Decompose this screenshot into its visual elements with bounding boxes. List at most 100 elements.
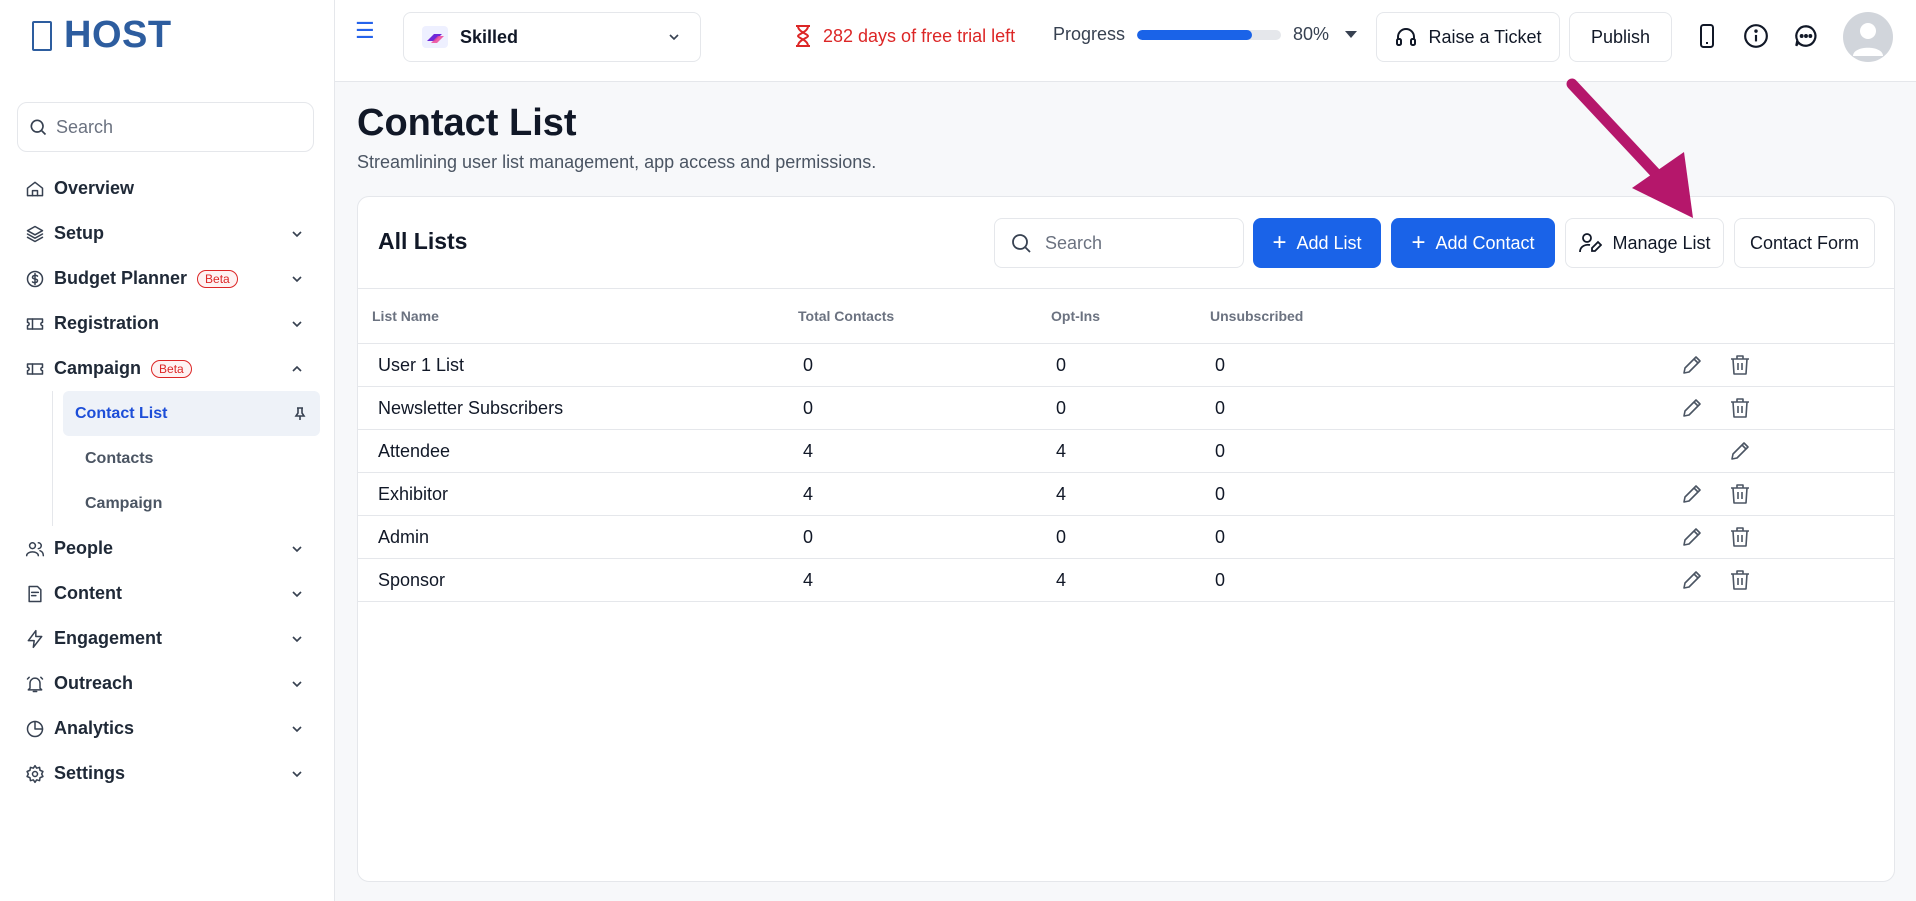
sidebar: HOST Overview Setup Budget Planner Beta Regi… — [0, 0, 335, 901]
chevron-down-icon[interactable] — [289, 766, 305, 782]
chevron-down-icon[interactable] — [289, 226, 305, 242]
publish-button[interactable]: Publish — [1569, 12, 1672, 62]
column-header-opt-ins[interactable]: Opt-Ins — [1051, 308, 1210, 324]
cell-list-name[interactable]: Newsletter Subscribers — [358, 398, 798, 419]
cell-unsubscribed: 0 — [1215, 569, 1226, 590]
chevron-down-icon[interactable] — [289, 631, 305, 647]
table-row[interactable]: Attendee 4 4 0 — [358, 430, 1894, 473]
dollar-icon — [24, 268, 46, 290]
lists-search-input[interactable] — [1045, 232, 1225, 254]
trial-text: 282 days of free trial left — [823, 25, 1016, 46]
sidebar-item-overview[interactable]: Overview — [0, 166, 335, 211]
search-icon — [30, 119, 47, 136]
chevron-down-icon[interactable] — [289, 586, 305, 602]
sidebar-subitem-label: Campaign — [85, 494, 163, 512]
pin-icon[interactable] — [294, 406, 306, 421]
table-row[interactable]: Newsletter Subscribers 0 0 0 — [358, 387, 1894, 430]
event-logo-icon — [422, 26, 448, 48]
add-contact-button[interactable]: + Add Contact — [1391, 218, 1555, 268]
manage-list-button[interactable]: Manage List — [1565, 218, 1724, 268]
delete-icon[interactable] — [1728, 396, 1752, 420]
table-row[interactable]: Admin 0 0 0 — [358, 516, 1894, 559]
edit-icon[interactable] — [1680, 353, 1704, 377]
chevron-down-icon[interactable] — [289, 316, 305, 332]
sidebar-item-budget-planner[interactable]: Budget Planner Beta — [0, 256, 335, 301]
cell-opt-ins: 4 — [1056, 440, 1067, 461]
chevron-up-icon[interactable] — [289, 361, 305, 377]
manage-list-label: Manage List — [1612, 232, 1711, 253]
sidebar-item-label: Overview — [54, 178, 135, 198]
sidebar-subitem-contact-list[interactable]: Contact List — [63, 391, 320, 436]
user-avatar-icon — [1853, 23, 1883, 56]
chevron-down-icon[interactable] — [289, 721, 305, 737]
top-bar: ☰ Skilled 282 days of free trial left Pr… — [335, 0, 1916, 82]
menu-toggle-icon[interactable]: ☰ — [355, 18, 375, 44]
edit-icon[interactable] — [1680, 568, 1704, 592]
contact-form-button[interactable]: Contact Form — [1734, 218, 1875, 268]
beta-badge: Beta — [151, 359, 192, 378]
cell-list-name[interactable]: Admin — [358, 527, 798, 548]
add-list-button[interactable]: + Add List — [1253, 218, 1381, 268]
delete-icon[interactable] — [1728, 482, 1752, 506]
sidebar-item-content[interactable]: Content — [0, 571, 335, 616]
mobile-preview-icon[interactable] — [1693, 22, 1721, 50]
event-selector[interactable]: Skilled — [403, 12, 701, 62]
sidebar-item-analytics[interactable]: Analytics — [0, 706, 335, 751]
table-header: List Name Total Contacts Opt-Ins Unsubsc… — [358, 289, 1894, 344]
cell-unsubscribed: 0 — [1215, 354, 1226, 375]
beta-badge: Beta — [197, 269, 238, 288]
user-edit-icon — [1579, 233, 1603, 253]
chevron-down-icon[interactable] — [289, 676, 305, 692]
sidebar-item-label: Analytics — [54, 718, 135, 738]
sidebar-item-campaign[interactable]: Campaign Beta — [0, 346, 335, 391]
table-row[interactable]: Sponsor 4 4 0 — [358, 559, 1894, 602]
chevron-down-icon[interactable] — [289, 271, 305, 287]
card-title: All Lists — [378, 228, 468, 254]
sidebar-item-outreach[interactable]: Outreach — [0, 661, 335, 706]
edit-icon[interactable] — [1680, 396, 1704, 420]
sidebar-item-setup[interactable]: Setup — [0, 211, 335, 256]
delete-icon[interactable] — [1728, 353, 1752, 377]
cell-list-name[interactable]: User 1 List — [358, 355, 798, 376]
sidebar-search-input[interactable] — [56, 116, 296, 138]
cell-total-contacts: 4 — [803, 569, 814, 590]
bell-icon — [24, 673, 46, 695]
sidebar-item-label: Content — [54, 583, 122, 603]
column-header-total-contacts[interactable]: Total Contacts — [798, 308, 1051, 324]
edit-icon[interactable] — [1728, 439, 1752, 463]
table-row[interactable]: User 1 List 0 0 0 — [358, 344, 1894, 387]
progress-percent: 80% — [1293, 24, 1330, 44]
sidebar-item-label: People — [54, 538, 114, 558]
sidebar-subitem-campaign[interactable]: Campaign — [63, 481, 320, 526]
edit-icon[interactable] — [1680, 525, 1704, 549]
brand-logo[interactable]: HOST — [32, 14, 172, 57]
sidebar-subitem-label: Contacts — [85, 449, 154, 467]
cell-list-name[interactable]: Attendee — [358, 441, 798, 462]
lists-table: List Name Total Contacts Opt-Ins Unsubsc… — [358, 288, 1894, 602]
edit-icon[interactable] — [1680, 482, 1704, 506]
sidebar-item-label: Engagement — [54, 628, 163, 648]
sidebar-subitem-contacts[interactable]: Contacts — [63, 436, 320, 481]
table-row[interactable]: Exhibitor 4 4 0 — [358, 473, 1894, 516]
progress-dropdown-caret-icon[interactable] — [1345, 31, 1358, 38]
sidebar-item-settings[interactable]: Settings — [0, 751, 335, 796]
chat-icon[interactable] — [1792, 22, 1820, 50]
chevron-down-icon — [669, 34, 679, 41]
sidebar-item-people[interactable]: People — [0, 526, 335, 571]
row-actions — [1680, 525, 1790, 549]
column-header-list-name[interactable]: List Name — [358, 308, 798, 324]
cell-list-name[interactable]: Exhibitor — [358, 484, 798, 505]
sidebar-item-registration[interactable]: Registration — [0, 301, 335, 346]
delete-icon[interactable] — [1728, 525, 1752, 549]
column-header-unsubscribed[interactable]: Unsubscribed — [1210, 308, 1680, 324]
row-actions — [1680, 482, 1790, 506]
raise-ticket-button[interactable]: Raise a Ticket — [1376, 12, 1560, 62]
chevron-down-icon[interactable] — [289, 541, 305, 557]
sidebar-item-label: Campaign — [54, 358, 142, 378]
user-avatar[interactable] — [1843, 12, 1893, 62]
delete-icon[interactable] — [1728, 568, 1752, 592]
cell-list-name[interactable]: Sponsor — [358, 570, 798, 591]
cell-opt-ins: 0 — [1056, 526, 1067, 547]
info-icon[interactable] — [1742, 22, 1770, 50]
sidebar-item-engagement[interactable]: Engagement — [0, 616, 335, 661]
